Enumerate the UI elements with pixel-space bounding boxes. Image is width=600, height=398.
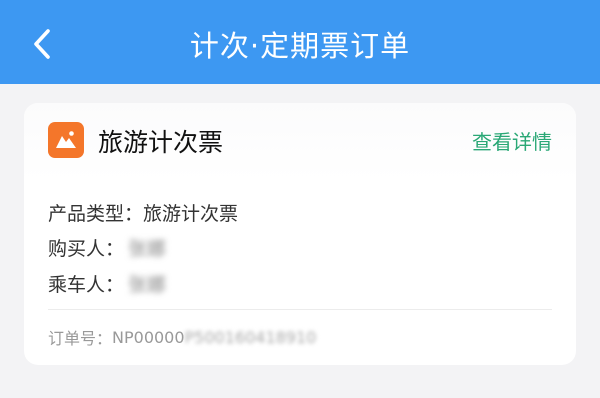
buyer-value: 张娜: [128, 238, 167, 260]
ticket-title: 旅游计次票: [98, 128, 224, 157]
order-number-label: 订单号：: [48, 329, 113, 348]
order-number-prefix: NP00000: [112, 327, 185, 347]
chevron-left-icon: [34, 29, 50, 59]
product-type-value: 旅游计次票: [143, 203, 239, 225]
order-number-rest: P500160418910: [184, 327, 317, 347]
divider: [48, 309, 552, 310]
page-title: 计次·定期票订单: [189, 29, 411, 63]
passenger-label: 乘车人：: [48, 274, 125, 296]
ticket-app-icon: [48, 122, 84, 158]
product-type-label: 产品类型：: [48, 203, 144, 225]
back-button[interactable]: [26, 24, 58, 64]
buyer-row: 购买人： 张娜: [48, 234, 166, 261]
passenger-value: 张娜: [128, 274, 167, 296]
order-card[interactable]: 旅游计次票 查看详情 产品类型： 旅游计次票 购买人： 张娜 乘车人： 张娜 订…: [24, 103, 576, 365]
top-bar: 计次·定期票订单: [0, 0, 600, 84]
passenger-row: 乘车人： 张娜: [48, 270, 166, 297]
view-details-link[interactable]: 查看详情: [472, 126, 552, 155]
buyer-label: 购买人：: [48, 238, 125, 260]
order-number-row: 订单号： NP00000 P500160418910: [48, 325, 316, 349]
product-type-row: 产品类型： 旅游计次票: [48, 199, 238, 226]
